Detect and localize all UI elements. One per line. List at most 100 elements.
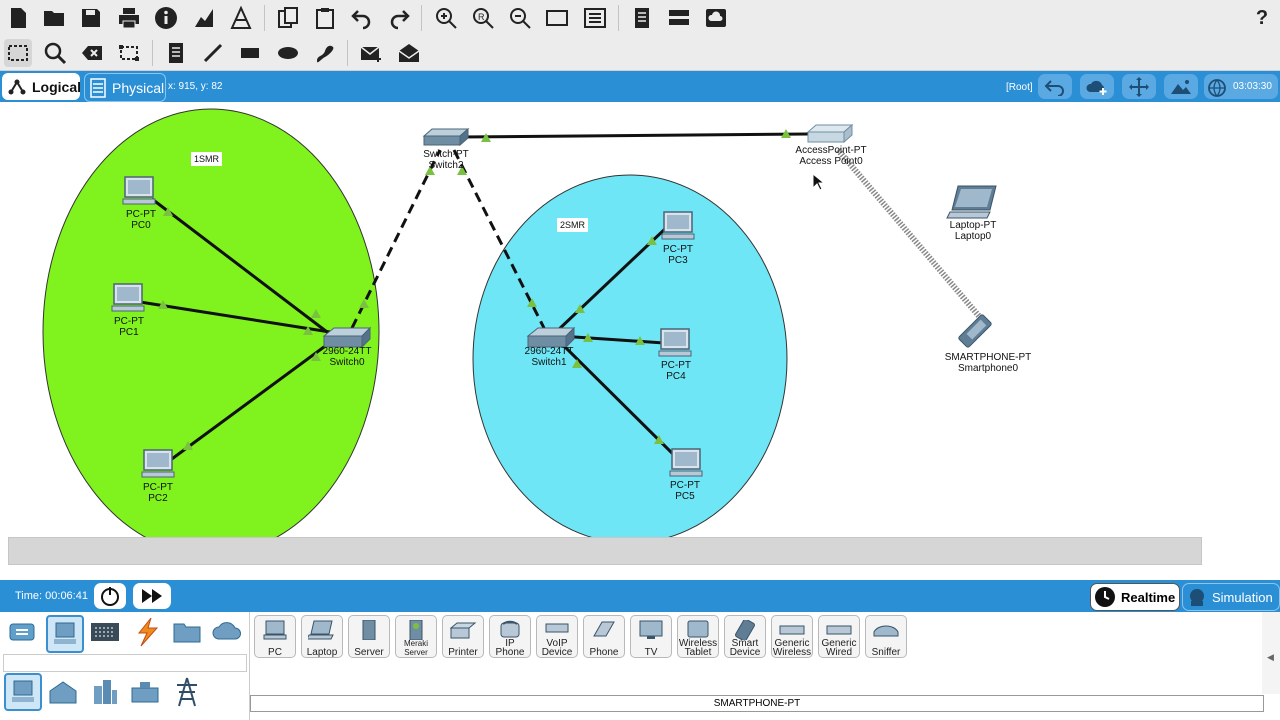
device-pc4[interactable]: PC-PT PC4 [651,360,701,382]
set-background-button[interactable] [1164,74,1198,99]
device-name: PC0 [131,220,151,231]
root-breadcrumb[interactable]: [Root] [1006,82,1033,93]
device-name: Smartphone0 [957,363,1019,374]
resize-shape-icon[interactable] [115,39,143,67]
cluster-icon[interactable] [665,4,693,32]
connections-category-icon[interactable] [130,615,164,649]
new-cluster-button[interactable] [1080,74,1114,99]
delete-icon[interactable] [78,39,106,67]
draw-ellipse-icon[interactable] [274,39,302,67]
palette-pc[interactable]: PC [254,615,296,658]
realtime-mode-button[interactable]: Realtime [1090,583,1180,611]
fast-forward-button[interactable] [133,583,171,609]
palette-printer[interactable]: Printer [442,615,484,658]
info-icon[interactable] [152,4,180,32]
palette-ip-phone[interactable]: IP Phone [489,615,531,658]
wireless-tablet-icon [687,620,709,638]
device-switch0[interactable]: 2960-24TT Switch0 [317,346,377,368]
zoom-in-icon[interactable] [432,4,460,32]
undo-icon[interactable] [348,4,376,32]
pdu-list-icon[interactable] [628,4,656,32]
place-note-icon[interactable] [162,39,190,67]
activity-wizard-icon[interactable] [190,4,218,32]
end-devices-category-icon[interactable] [46,615,84,653]
palette-tv[interactable]: TV [630,615,672,658]
end-devices-subcategory-icon[interactable] [4,673,42,711]
move-arrows-icon [1129,76,1149,97]
device-pc5[interactable]: PC-PT PC5 [660,480,710,502]
device-laptop0[interactable]: Laptop-PT Laptop0 [938,220,1008,242]
custom-device-icon[interactable] [581,4,609,32]
palette-generic-wireless[interactable]: Generic Wireless [771,615,813,658]
note-1smr[interactable]: 1SMR [191,152,223,166]
device-pc0[interactable]: PC-PT PC0 [116,209,166,231]
palette-voip-device[interactable]: VoIP Device [536,615,578,658]
device-switch2[interactable]: Switch-PT Switch2 [416,149,476,171]
logical-workspace-canvas[interactable]: 1SMR 2SMR PC-PT PC0 PC-PT PC1 PC-PT PC2 296… [0,102,1280,580]
help-button[interactable]: ? [1248,4,1276,32]
device-pc1[interactable]: PC-PT PC1 [104,316,154,338]
scroll-left-icon[interactable]: ◀ [1267,652,1274,663]
print-icon[interactable] [115,4,143,32]
device-pc3[interactable]: PC-PT PC3 [653,244,703,266]
redo-icon[interactable] [385,4,413,32]
open-folder-icon[interactable] [40,4,68,32]
network-icon[interactable] [227,4,255,32]
palette-laptop[interactable]: Laptop [301,615,343,658]
palette-meraki-server[interactable]: Meraki Server [395,615,437,658]
components-category-icon[interactable] [88,615,122,649]
device-access-point0[interactable]: AccessPoint-PT Access Point0 [786,145,876,167]
palette-wireless-tablet[interactable]: Wireless Tablet [677,615,719,658]
logical-workspace-icon [8,78,26,96]
new-file-icon[interactable] [4,4,32,32]
back-button[interactable] [1038,74,1072,99]
palette-generic-wired[interactable]: Generic Wired [818,615,860,658]
device-smartphone0[interactable]: SMARTPHONE-PT Smartphone0 [940,352,1036,374]
phone-icon [593,621,615,637]
device-type: 2960-24TT [322,346,372,357]
tv-icon [639,620,663,639]
home-subcategory-icon[interactable] [46,675,80,709]
device-name: PC1 [119,327,139,338]
voip-device-icon [545,623,569,633]
freeform-icon[interactable] [311,39,339,67]
drawing-palette-icon[interactable] [543,4,571,32]
note-2smr[interactable]: 2SMR [557,218,589,232]
viewport-clock-button[interactable]: 03:03:30 [1204,74,1278,99]
cloud-icon[interactable] [702,4,730,32]
select-tool-icon[interactable] [4,39,32,67]
miscellaneous-category-icon[interactable] [170,615,204,649]
draw-rectangle-icon[interactable] [236,39,264,67]
palette-server[interactable]: Server [348,615,390,658]
paste-icon[interactable] [311,4,339,32]
toolbar-separator [347,40,348,66]
industrial-subcategory-icon[interactable] [128,675,162,709]
smart-city-subcategory-icon[interactable] [88,675,122,709]
power-grid-subcategory-icon[interactable] [170,675,204,709]
device-switch1[interactable]: 2960-24TT Switch1 [519,346,579,368]
palette-sniffer[interactable]: Sniffer [865,615,907,658]
move-object-button[interactable] [1122,74,1156,99]
inspect-icon[interactable] [41,39,69,67]
palette-smart-device[interactable]: Smart Device [724,615,766,658]
tab-physical[interactable]: Physical [84,73,166,102]
copy-icon[interactable] [274,4,302,32]
draw-line-icon[interactable] [199,39,227,67]
zoom-out-icon[interactable] [506,4,534,32]
palette-phone[interactable]: Phone [583,615,625,658]
zoom-reset-icon[interactable]: R [469,4,497,32]
device-pc2[interactable]: PC-PT PC2 [133,482,183,504]
add-simple-pdu-icon[interactable] [357,39,385,67]
add-complex-pdu-icon[interactable] [395,39,423,67]
multiuser-category-icon[interactable] [210,615,244,649]
palette-scroll[interactable]: ◀ [1262,612,1280,694]
tab-logical[interactable]: Logical [2,73,81,100]
network-devices-category-icon[interactable] [6,615,40,649]
save-icon[interactable] [77,4,105,32]
pc3-icon [661,211,695,240]
access-point-icon [806,123,854,144]
power-cycle-button[interactable] [94,583,126,609]
simulation-mode-button[interactable]: Simulation [1182,583,1280,611]
server-icon [362,620,376,640]
horizontal-scrollbar[interactable] [8,537,1202,565]
